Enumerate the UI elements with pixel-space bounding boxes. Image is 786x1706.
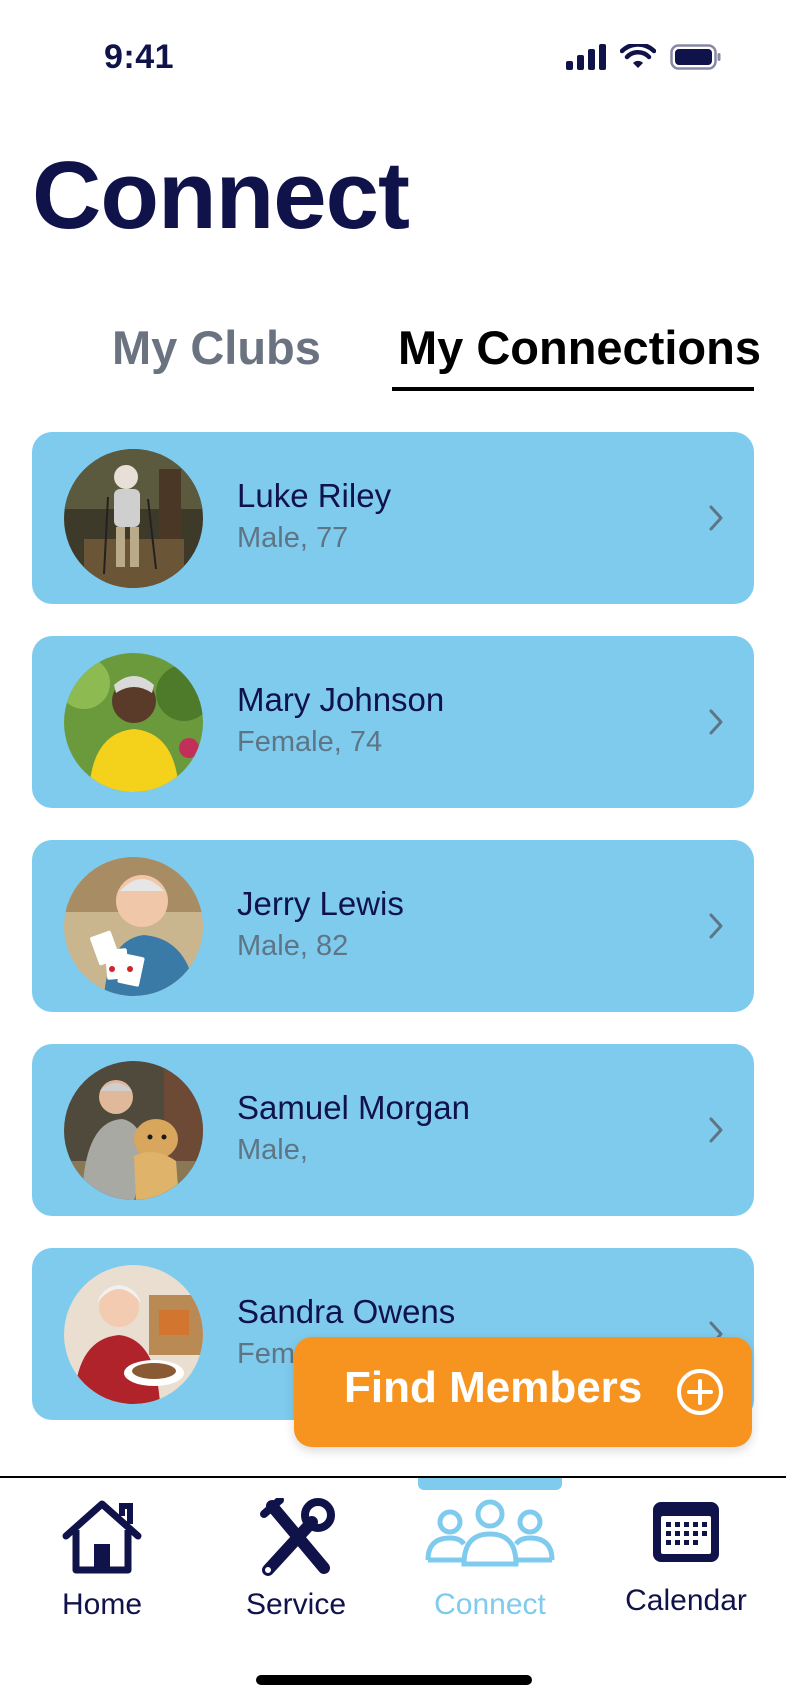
member-meta: Female, 74 bbox=[237, 726, 383, 758]
member-card-mary-johnson[interactable]: Mary Johnson Female, 74 bbox=[32, 636, 754, 808]
tab-my-clubs[interactable]: My Clubs bbox=[112, 318, 321, 378]
avatar bbox=[64, 449, 203, 588]
member-name: Mary Johnson bbox=[237, 681, 445, 718]
status-bar: 9:41 bbox=[0, 0, 786, 110]
nav-label-service: Service bbox=[245, 1588, 347, 1621]
nav-service[interactable]: Service bbox=[198, 1478, 394, 1658]
nav-calendar[interactable]: Calendar bbox=[588, 1478, 784, 1658]
avatar bbox=[64, 1265, 203, 1404]
member-name: Luke Riley bbox=[237, 477, 392, 514]
member-name: Samuel Morgan bbox=[237, 1089, 470, 1126]
member-name: Sandra Owens bbox=[237, 1293, 456, 1330]
home-icon bbox=[62, 1500, 142, 1574]
bottom-tab-bar: Home Service Connect Calendar bbox=[0, 1476, 786, 1706]
avatar bbox=[64, 857, 203, 996]
battery-icon bbox=[670, 44, 721, 70]
plus-circle-icon bbox=[677, 1369, 723, 1415]
active-tab-underline bbox=[392, 387, 754, 391]
chevron-right-icon bbox=[709, 709, 723, 735]
nav-label-home: Home bbox=[61, 1588, 143, 1621]
segmented-tabs: My Clubs My Connections bbox=[0, 318, 786, 393]
nav-home[interactable]: Home bbox=[4, 1478, 200, 1658]
find-members-label: Find Members bbox=[344, 1363, 643, 1412]
avatar bbox=[64, 1061, 203, 1200]
chevron-right-icon bbox=[709, 1117, 723, 1143]
member-name: Jerry Lewis bbox=[237, 885, 404, 922]
member-card-samuel-morgan[interactable]: Samuel Morgan Male, bbox=[32, 1044, 754, 1216]
page-title: Connect bbox=[32, 142, 410, 249]
calendar-icon bbox=[653, 1502, 719, 1562]
member-card-luke-riley[interactable]: Luke Riley Male, 77 bbox=[32, 432, 754, 604]
chevron-right-icon bbox=[709, 505, 723, 531]
member-meta: Male, 82 bbox=[237, 930, 349, 962]
find-members-button[interactable]: Find Members bbox=[294, 1337, 752, 1447]
cellular-signal-icon bbox=[566, 44, 606, 70]
nav-label-connect: Connect bbox=[434, 1588, 546, 1621]
people-icon bbox=[425, 1499, 555, 1567]
tab-my-connections[interactable]: My Connections bbox=[398, 318, 761, 378]
nav-label-calendar: Calendar bbox=[625, 1584, 747, 1617]
chevron-right-icon bbox=[709, 913, 723, 939]
status-icons bbox=[566, 44, 722, 70]
nav-connect[interactable]: Connect bbox=[392, 1478, 588, 1658]
avatar bbox=[64, 653, 203, 792]
member-meta: Fem bbox=[237, 1338, 295, 1370]
wifi-icon bbox=[620, 44, 656, 68]
member-card-jerry-lewis[interactable]: Jerry Lewis Male, 82 bbox=[32, 840, 754, 1012]
member-meta: Male, bbox=[237, 1134, 308, 1166]
member-meta: Male, 77 bbox=[237, 522, 349, 554]
tools-icon bbox=[260, 1498, 335, 1576]
home-indicator bbox=[256, 1675, 532, 1685]
status-time: 9:41 bbox=[104, 38, 175, 76]
